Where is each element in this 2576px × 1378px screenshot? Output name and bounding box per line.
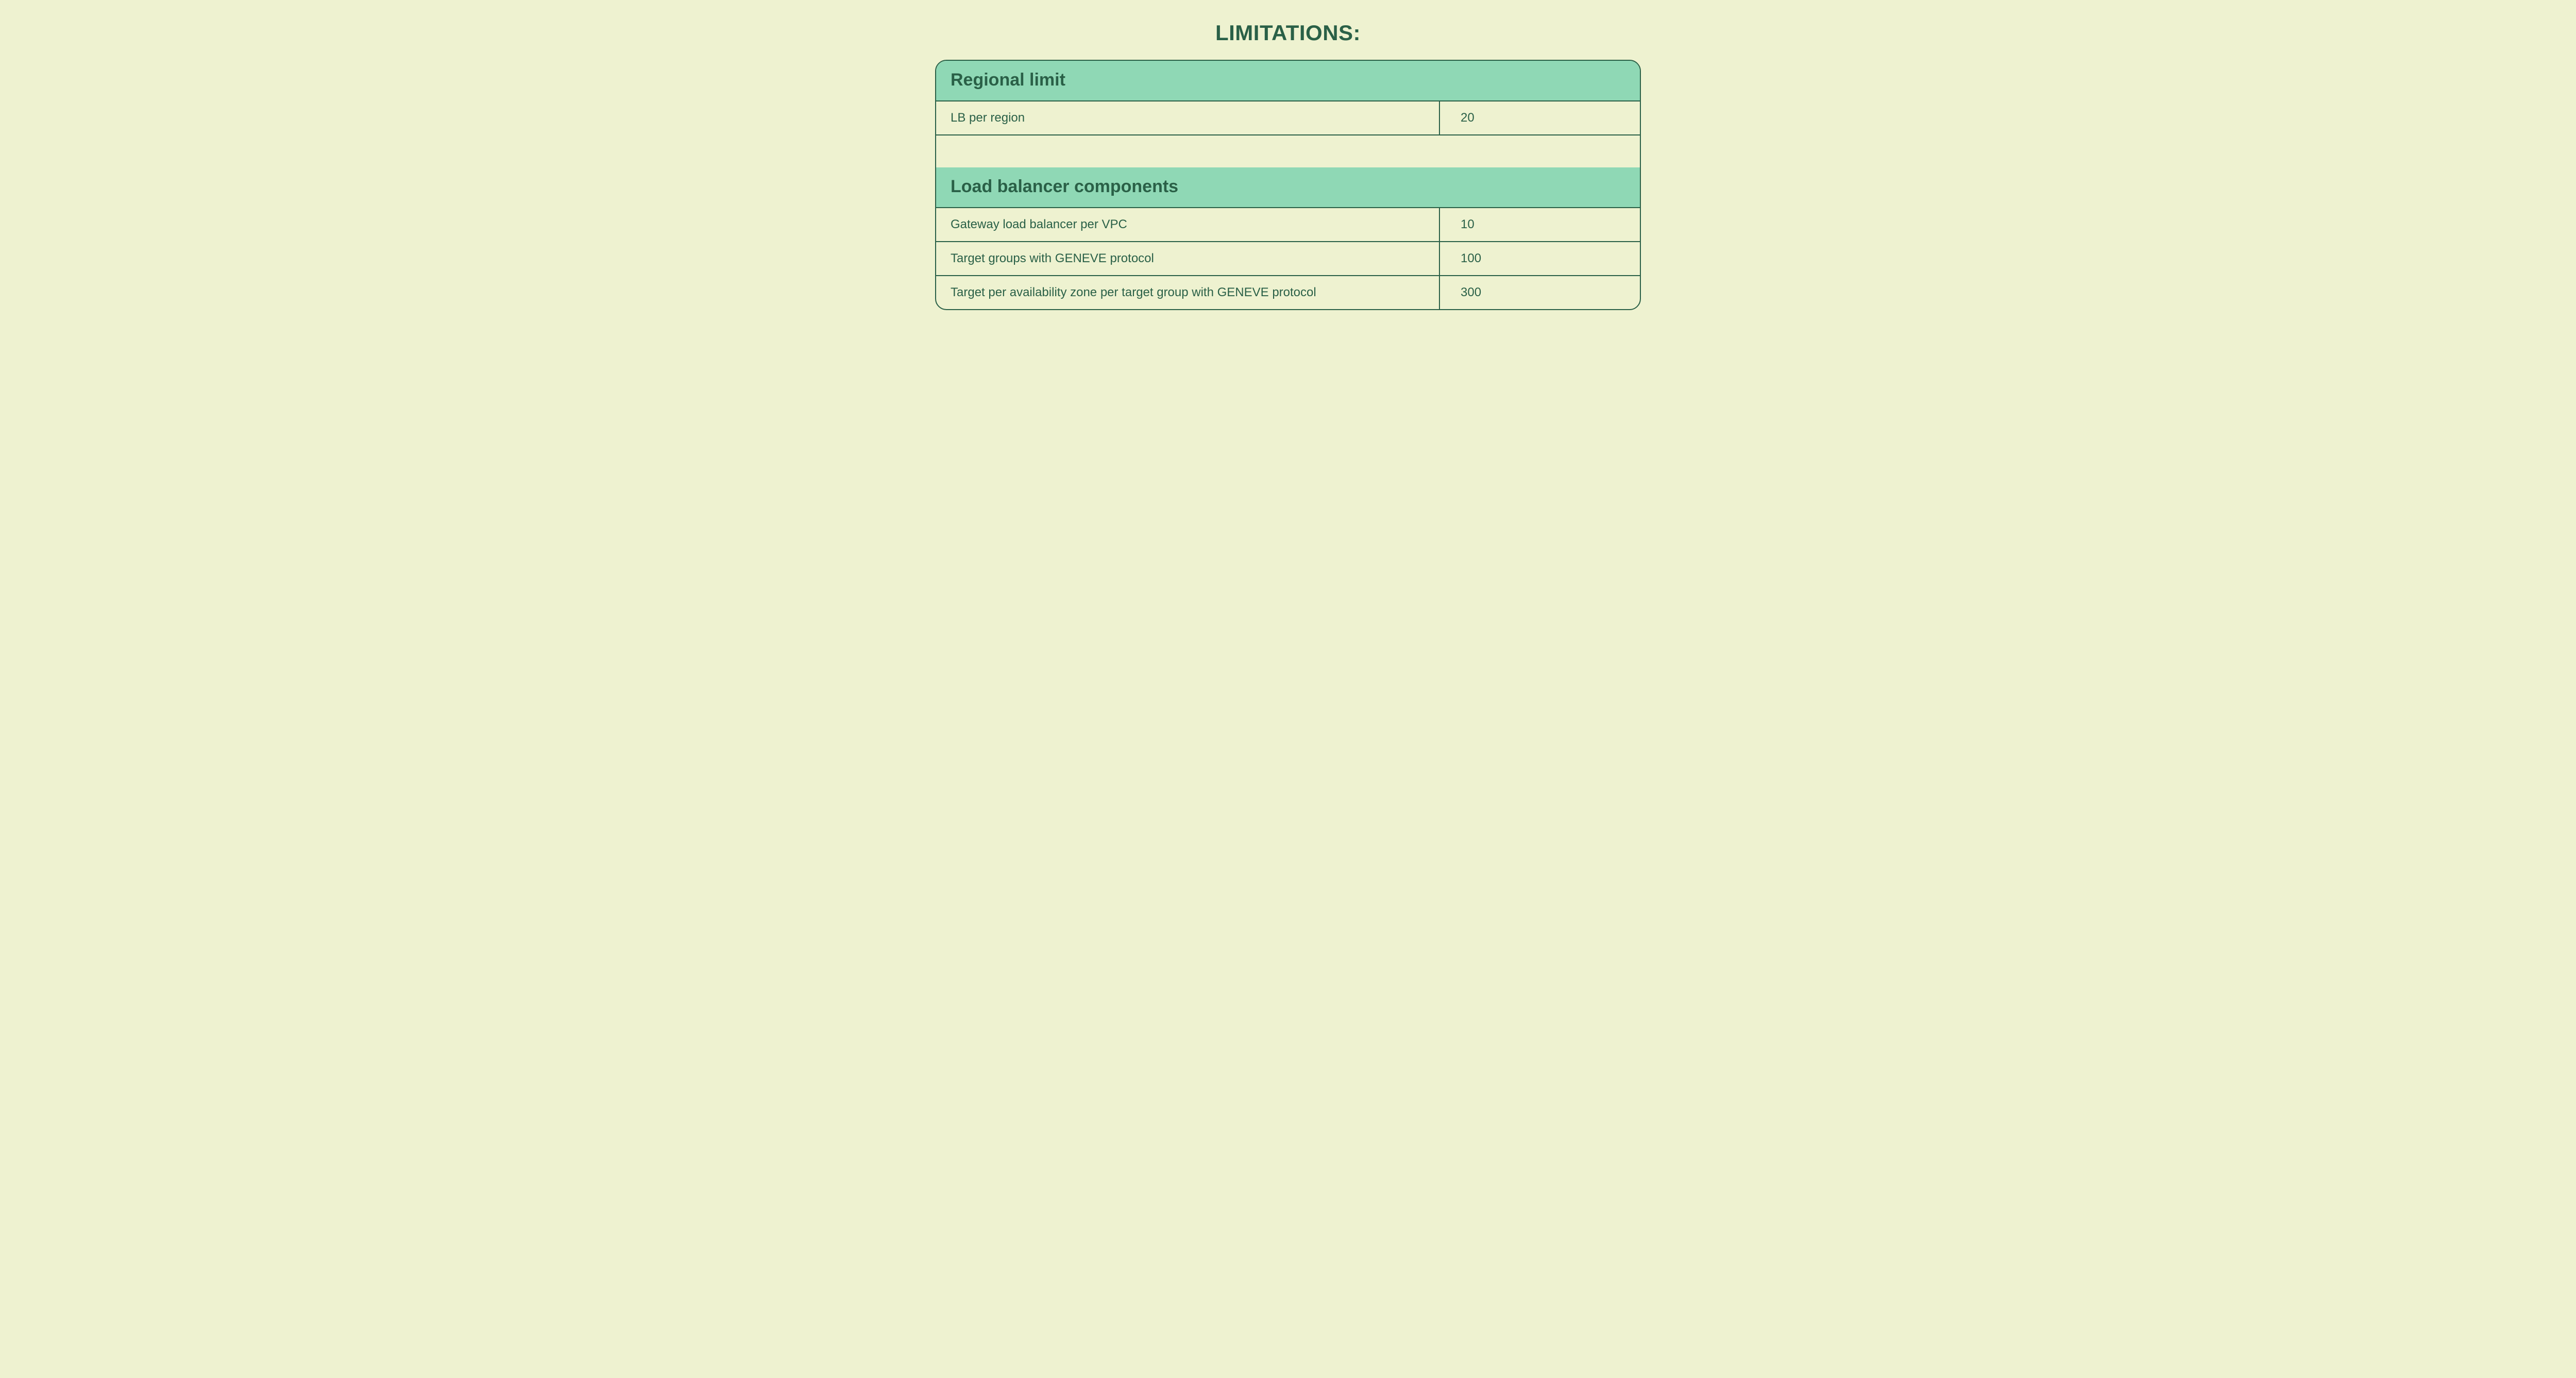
section-header-load-balancer-components: Load balancer components — [936, 167, 1640, 207]
table-row: Target per availability zone per target … — [936, 275, 1640, 309]
row-label: Target per availability zone per target … — [936, 276, 1439, 309]
limitations-table: Regional limit LB per region 20 Load bal… — [935, 60, 1641, 310]
row-value: 10 — [1439, 208, 1640, 241]
table-row: Gateway load balancer per VPC 10 — [936, 207, 1640, 241]
row-value: 20 — [1439, 101, 1640, 134]
table-row: LB per region 20 — [936, 100, 1640, 134]
row-label: Gateway load balancer per VPC — [936, 208, 1439, 241]
row-value: 300 — [1439, 276, 1640, 309]
row-label: LB per region — [936, 101, 1439, 134]
section-header-regional-limit: Regional limit — [936, 61, 1640, 100]
section-gap — [936, 134, 1640, 167]
table-row: Target groups with GENEVE protocol 100 — [936, 241, 1640, 275]
row-value: 100 — [1439, 242, 1640, 275]
row-label: Target groups with GENEVE protocol — [936, 242, 1439, 275]
page-title: LIMITATIONS: — [935, 21, 1641, 45]
